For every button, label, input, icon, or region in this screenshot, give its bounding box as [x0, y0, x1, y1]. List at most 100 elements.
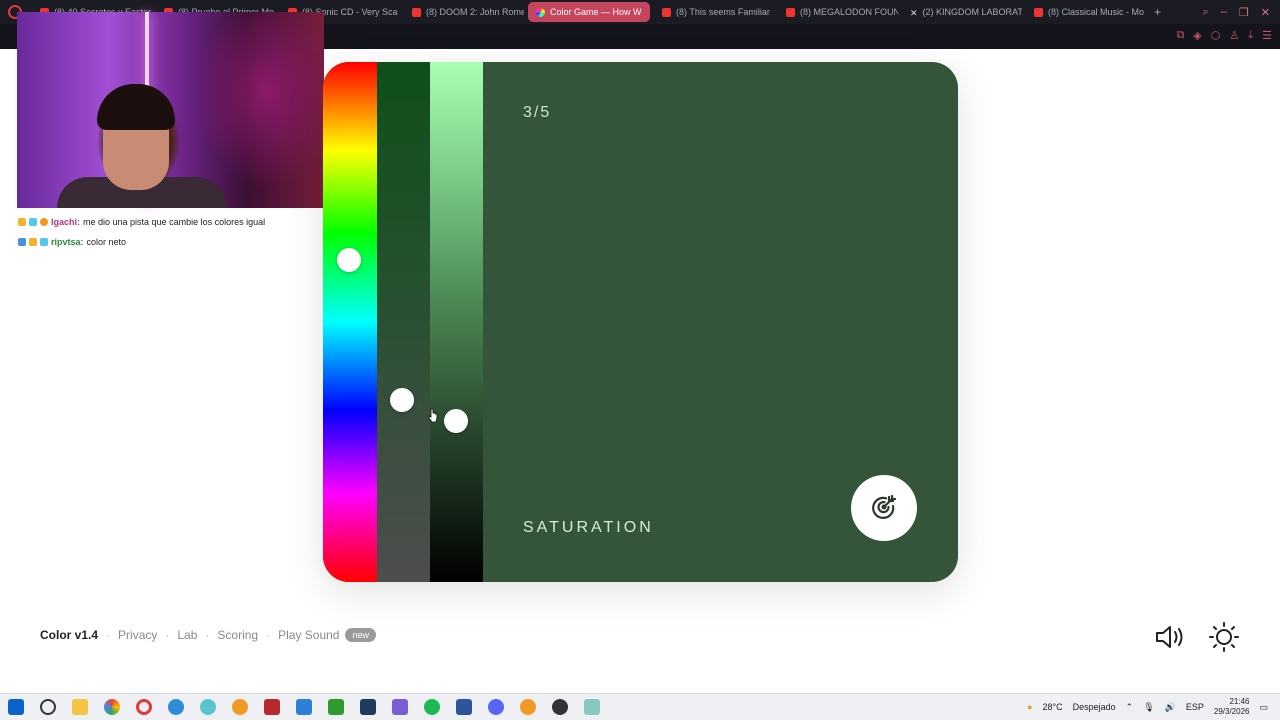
app-icon[interactable]	[520, 699, 536, 715]
windows-taskbar: ● 28°C Despejado ⌃ 🎙 🔊 ESP 21:46 29/3/20…	[0, 693, 1280, 720]
notification-icon[interactable]: ▭	[1259, 702, 1268, 713]
puzzle-icon[interactable]: ⬡	[1211, 29, 1221, 42]
clock[interactable]: 21:46 29/3/2026	[1214, 697, 1250, 717]
search-icon[interactable]	[40, 699, 56, 715]
chat-message: lgachi: me dio una pista que cambie los …	[18, 212, 324, 232]
youtube-icon	[786, 7, 795, 17]
hand-cursor-icon	[428, 408, 438, 423]
minimize-icon[interactable]: –	[1221, 6, 1227, 19]
tab-title: (2) KINGDOM LABORATO	[922, 7, 1022, 17]
browser-tab[interactable]: (8) Classical Music - Mo	[1026, 2, 1146, 22]
clock-time: 21:46	[1229, 697, 1250, 706]
lang-indicator[interactable]: ESP	[1186, 702, 1204, 712]
app-icon[interactable]	[232, 699, 248, 715]
mic-icon[interactable]: 🎙	[1143, 702, 1154, 713]
translate-icon[interactable]: ⧉	[1176, 29, 1184, 42]
menu-icon[interactable]: ☰	[1262, 29, 1272, 42]
browser-tab-active[interactable]: Color Game — How W	[528, 2, 650, 22]
saturation-slider-knob[interactable]	[390, 388, 414, 412]
tab-title: (8) Classical Music - Mo	[1048, 7, 1145, 17]
app-version: Color v1.4	[40, 628, 99, 642]
edge-icon[interactable]	[168, 699, 184, 715]
play-sound-link[interactable]: Play Sound	[278, 628, 339, 642]
sword-badge-icon	[18, 238, 26, 246]
download-icon[interactable]: ⤓	[1248, 29, 1253, 42]
browser-tab[interactable]: (8) DOOM 2: John Romer	[404, 2, 524, 22]
mode-label: SATURATION	[523, 519, 654, 536]
weather-desc: Despejado	[1072, 702, 1116, 712]
sub-badge-icon	[29, 218, 37, 226]
separator: ·	[266, 628, 271, 642]
app-icon[interactable]	[296, 699, 312, 715]
privacy-link[interactable]: Privacy	[118, 628, 157, 642]
separator: ·	[165, 628, 170, 642]
chevron-up-icon[interactable]: ⌃	[1126, 702, 1134, 713]
close-icon[interactable]: ✕	[1261, 6, 1270, 19]
search-icon[interactable]: ⌕	[1203, 6, 1209, 19]
word-icon[interactable]	[456, 699, 472, 715]
pycharm-icon[interactable]	[328, 699, 344, 715]
scoring-link[interactable]: Scoring	[217, 628, 258, 642]
extension-icon[interactable]: ◈	[1193, 29, 1201, 42]
volume-icon[interactable]: 🔊	[1165, 702, 1176, 713]
file-explorer-icon[interactable]	[72, 699, 88, 715]
sub-badge-icon	[40, 238, 48, 246]
windows-start-icon[interactable]	[8, 699, 24, 715]
app-icon[interactable]	[200, 699, 216, 715]
color-game-card: 3/5 SATURATION	[323, 62, 958, 582]
maximize-icon[interactable]: ❐	[1239, 6, 1249, 19]
chat-overlay: lgachi: me dio una pista que cambie los …	[18, 212, 324, 252]
obs-icon[interactable]	[552, 699, 568, 715]
lab-link[interactable]: Lab	[177, 628, 197, 642]
new-badge: new	[345, 628, 376, 642]
x-icon: ✕	[910, 7, 918, 18]
theme-toggle-button[interactable]	[1208, 621, 1240, 653]
saturation-slider[interactable]	[377, 62, 430, 582]
opera-icon[interactable]	[136, 699, 152, 715]
warning-badge-icon	[40, 218, 48, 226]
weather-temp: 28°C	[1042, 702, 1063, 712]
chat-username: ripvtsa:	[51, 237, 84, 247]
crown-badge-icon	[29, 238, 37, 246]
toolbar-icons: ⧉ ◈ ⬡ ♙ ⤓ ☰	[1176, 29, 1272, 42]
discord-icon[interactable]	[488, 699, 504, 715]
weather-icon: ●	[1027, 702, 1033, 712]
hue-slider-knob[interactable]	[337, 247, 361, 272]
sound-toggle-button[interactable]	[1154, 622, 1188, 652]
system-tray: ● 28°C Despejado ⌃ 🎙 🔊 ESP 21:46 29/3/20…	[1027, 697, 1280, 717]
browser-tab[interactable]: (8) MEGALODON FOUND	[778, 2, 898, 22]
browser-tab[interactable]: (8) This seems Familiar	[654, 2, 774, 22]
submit-guess-button[interactable]	[851, 475, 917, 541]
app-icon[interactable]	[264, 699, 280, 715]
account-icon[interactable]: ♙	[1229, 29, 1239, 42]
tab-title: (8) MEGALODON FOUND	[800, 7, 898, 17]
youtube-icon	[662, 7, 671, 17]
chrome-icon[interactable]	[104, 699, 120, 715]
tab-title: Color Game — How W	[550, 7, 642, 17]
separator: ·	[106, 628, 111, 642]
new-tab-button[interactable]: +	[1154, 5, 1161, 19]
chat-username: lgachi:	[51, 217, 81, 227]
tab-title: (8) This seems Familiar	[676, 7, 770, 17]
lightness-slider-knob[interactable]	[444, 408, 468, 433]
separator: ·	[205, 628, 210, 642]
clock-date: 29/3/2026	[1213, 707, 1250, 716]
visual-studio-icon[interactable]	[360, 699, 376, 715]
youtube-icon	[1034, 7, 1043, 17]
hue-slider[interactable]	[323, 62, 377, 582]
app-icon[interactable]	[584, 699, 600, 715]
target-icon	[872, 494, 897, 519]
speaker-icon	[1156, 626, 1183, 648]
spotify-icon[interactable]	[424, 699, 440, 715]
webcam-overlay	[17, 12, 324, 208]
lightness-slider[interactable]	[430, 62, 483, 582]
color-game-icon	[536, 7, 545, 17]
chat-message: ripvtsa: color neto	[18, 232, 324, 252]
app-icon[interactable]	[392, 699, 408, 715]
footer-nav: Color v1.4 · Privacy · Lab · Scoring · P…	[40, 628, 376, 642]
chat-text: me dio una pista que cambie los colores …	[83, 217, 266, 227]
browser-tab[interactable]: ✕ (2) KINGDOM LABORATO	[902, 2, 1022, 22]
sun-icon	[1209, 622, 1239, 652]
crown-badge-icon	[18, 218, 26, 226]
chat-text: color neto	[86, 237, 127, 247]
